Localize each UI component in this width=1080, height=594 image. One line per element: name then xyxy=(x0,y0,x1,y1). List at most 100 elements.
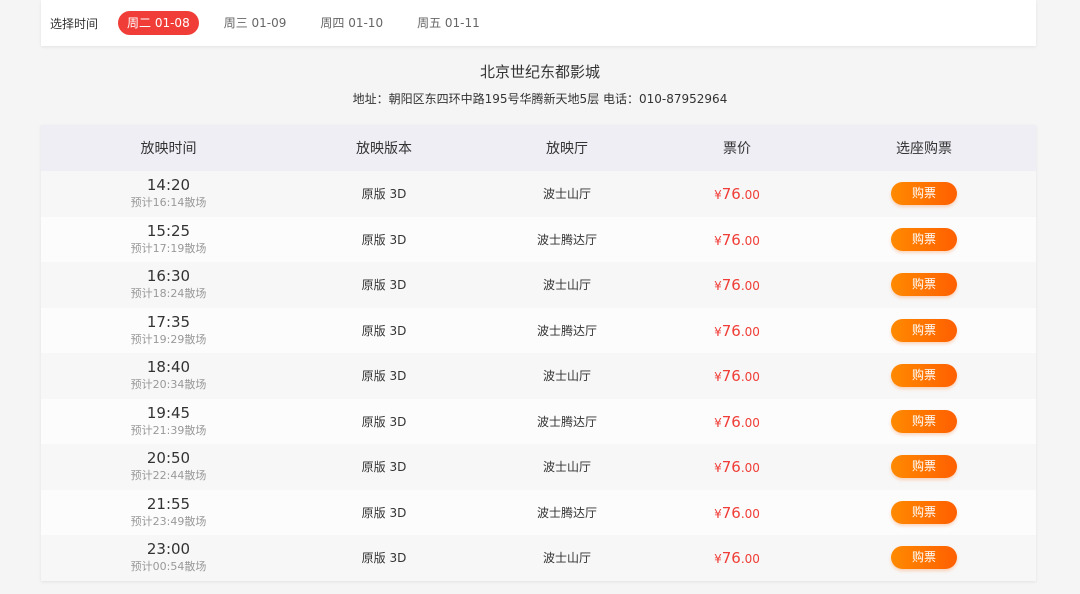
table-row: 14:20 预计16:14散场 原版 3D 波士山厅 ¥76.00 购票 xyxy=(41,171,1036,217)
price: ¥76.00 xyxy=(662,457,812,476)
price: ¥76.00 xyxy=(662,230,812,249)
price-currency: ¥ xyxy=(714,324,722,339)
price-integer: 76 xyxy=(721,367,741,386)
price-integer: 76 xyxy=(721,321,741,340)
header-version: 放映版本 xyxy=(356,141,412,157)
version: 原版 3D xyxy=(361,505,407,520)
version: 原版 3D xyxy=(361,460,407,475)
price-decimal: .00 xyxy=(740,324,760,339)
hall: 波士腾达厅 xyxy=(536,232,597,247)
hall: 波士腾达厅 xyxy=(536,414,597,429)
version: 原版 3D xyxy=(361,414,407,429)
price-currency: ¥ xyxy=(714,370,722,385)
buy-ticket-button[interactable]: 购票 xyxy=(891,500,957,524)
start-time: 23:00 xyxy=(146,540,191,559)
cinema-name: 北京世纪东都影城 xyxy=(479,63,600,81)
price-integer: 76 xyxy=(721,185,741,204)
showtime-table: 放映时间 放映版本 放映厅 票价 选座购票 14:20 预计16:14散场 原版 … xyxy=(41,125,1036,581)
version: 原版 3D xyxy=(361,232,407,247)
end-time: 预计19:29散场 xyxy=(130,332,207,346)
price: ¥76.00 xyxy=(662,321,812,340)
start-time: 19:45 xyxy=(146,403,191,422)
buy-ticket-button[interactable]: 购票 xyxy=(891,455,957,479)
price-currency: ¥ xyxy=(714,506,722,521)
start-time: 21:55 xyxy=(146,494,191,513)
price: ¥76.00 xyxy=(662,412,812,431)
header-showtime: 放映时间 xyxy=(140,141,197,157)
table-row: 15:25 预计17:19散场 原版 3D 波士腾达厅 ¥76.00 购票 xyxy=(41,216,1036,262)
price-decimal: .00 xyxy=(740,233,760,248)
hall: 波士山厅 xyxy=(542,278,591,293)
table-row: 23:00 预计00:54散场 原版 3D 波士山厅 ¥76.00 购票 xyxy=(41,535,1036,581)
price-currency: ¥ xyxy=(714,279,722,294)
table-row: 21:55 预计23:49散场 原版 3D 波士腾达厅 ¥76.00 购票 xyxy=(41,489,1036,535)
version: 原版 3D xyxy=(361,278,407,293)
price-currency: ¥ xyxy=(714,415,722,430)
end-time: 预计16:14散场 xyxy=(130,196,207,210)
price-decimal: .00 xyxy=(740,279,760,294)
table-row: 20:50 预计22:44散场 原版 3D 波士山厅 ¥76.00 购票 xyxy=(41,444,1036,490)
price-decimal: .00 xyxy=(740,415,760,430)
buy-ticket-button[interactable]: 购票 xyxy=(891,364,957,388)
date-tab-0111[interactable]: 周五 01-11 xyxy=(408,11,489,35)
price: ¥76.00 xyxy=(662,275,812,294)
price: ¥76.00 xyxy=(662,184,812,203)
date-tab-0109[interactable]: 周三 01-09 xyxy=(215,11,296,35)
price-currency: ¥ xyxy=(714,233,722,248)
price-integer: 76 xyxy=(721,230,741,249)
date-tab-0110[interactable]: 周四 01-10 xyxy=(311,11,392,35)
end-time: 预计23:49散场 xyxy=(130,514,207,528)
buy-ticket-button[interactable]: 购票 xyxy=(891,182,957,206)
price-decimal: .00 xyxy=(740,461,760,476)
price-integer: 76 xyxy=(721,503,741,522)
end-time: 预计00:54散场 xyxy=(130,560,207,574)
buy-ticket-button[interactable]: 购票 xyxy=(891,546,957,570)
start-time: 17:35 xyxy=(146,312,191,331)
date-selector-label: 选择时间 xyxy=(50,16,99,31)
price-currency: ¥ xyxy=(714,461,722,476)
hall: 波士腾达厅 xyxy=(536,323,597,338)
date-tab-0108[interactable]: 周二 01-08 xyxy=(118,11,199,35)
price: ¥76.00 xyxy=(662,548,812,567)
buy-ticket-button[interactable]: 购票 xyxy=(891,318,957,342)
price-integer: 76 xyxy=(721,549,741,568)
version: 原版 3D xyxy=(361,323,407,338)
table-row: 18:40 预计20:34散场 原版 3D 波士山厅 ¥76.00 购票 xyxy=(41,353,1036,399)
price-integer: 76 xyxy=(721,458,741,477)
header-price: 票价 xyxy=(723,141,751,157)
date-tabs: 周二 01-08 周三 01-09 周四 01-10 周五 01-11 xyxy=(118,11,505,35)
end-time: 预计22:44散场 xyxy=(130,469,207,483)
table-row: 16:30 预计18:24散场 原版 3D 波士山厅 ¥76.00 购票 xyxy=(41,262,1036,308)
price-decimal: .00 xyxy=(740,370,760,385)
end-time: 预计21:39散场 xyxy=(130,423,207,437)
version: 原版 3D xyxy=(361,369,407,384)
buy-ticket-button[interactable]: 购票 xyxy=(891,227,957,251)
price-decimal: .00 xyxy=(740,188,760,203)
hall: 波士腾达厅 xyxy=(536,505,597,520)
start-time: 16:30 xyxy=(146,267,191,286)
buy-ticket-button[interactable]: 购票 xyxy=(891,273,957,297)
version: 原版 3D xyxy=(361,187,407,202)
price-integer: 76 xyxy=(721,412,741,431)
end-time: 预计17:19散场 xyxy=(130,241,207,255)
end-time: 预计18:24散场 xyxy=(130,287,207,301)
start-time: 14:20 xyxy=(146,176,191,195)
hall: 波士山厅 xyxy=(542,187,591,202)
cinema-address-phone: 地址：朝阳区东四环中路195号华腾新天地5层 电话：010-87952964 xyxy=(352,92,728,106)
price-decimal: .00 xyxy=(740,506,760,521)
header-buy: 选座购票 xyxy=(896,141,952,157)
start-time: 15:25 xyxy=(146,221,191,240)
buy-ticket-button[interactable]: 购票 xyxy=(891,409,957,433)
version: 原版 3D xyxy=(361,551,407,566)
start-time: 20:50 xyxy=(146,449,191,468)
end-time: 预计20:34散场 xyxy=(130,378,207,392)
hall: 波士山厅 xyxy=(542,551,591,566)
start-time: 18:40 xyxy=(146,358,191,377)
price-currency: ¥ xyxy=(714,188,722,203)
price-integer: 76 xyxy=(721,276,741,295)
table-row: 17:35 预计19:29散场 原版 3D 波士腾达厅 ¥76.00 购票 xyxy=(41,307,1036,353)
table-header: 放映时间 放映版本 放映厅 票价 选座购票 xyxy=(41,125,1036,171)
table-row: 19:45 预计21:39散场 原版 3D 波士腾达厅 ¥76.00 购票 xyxy=(41,398,1036,444)
header-hall: 放映厅 xyxy=(546,141,588,157)
hall: 波士山厅 xyxy=(542,460,591,475)
